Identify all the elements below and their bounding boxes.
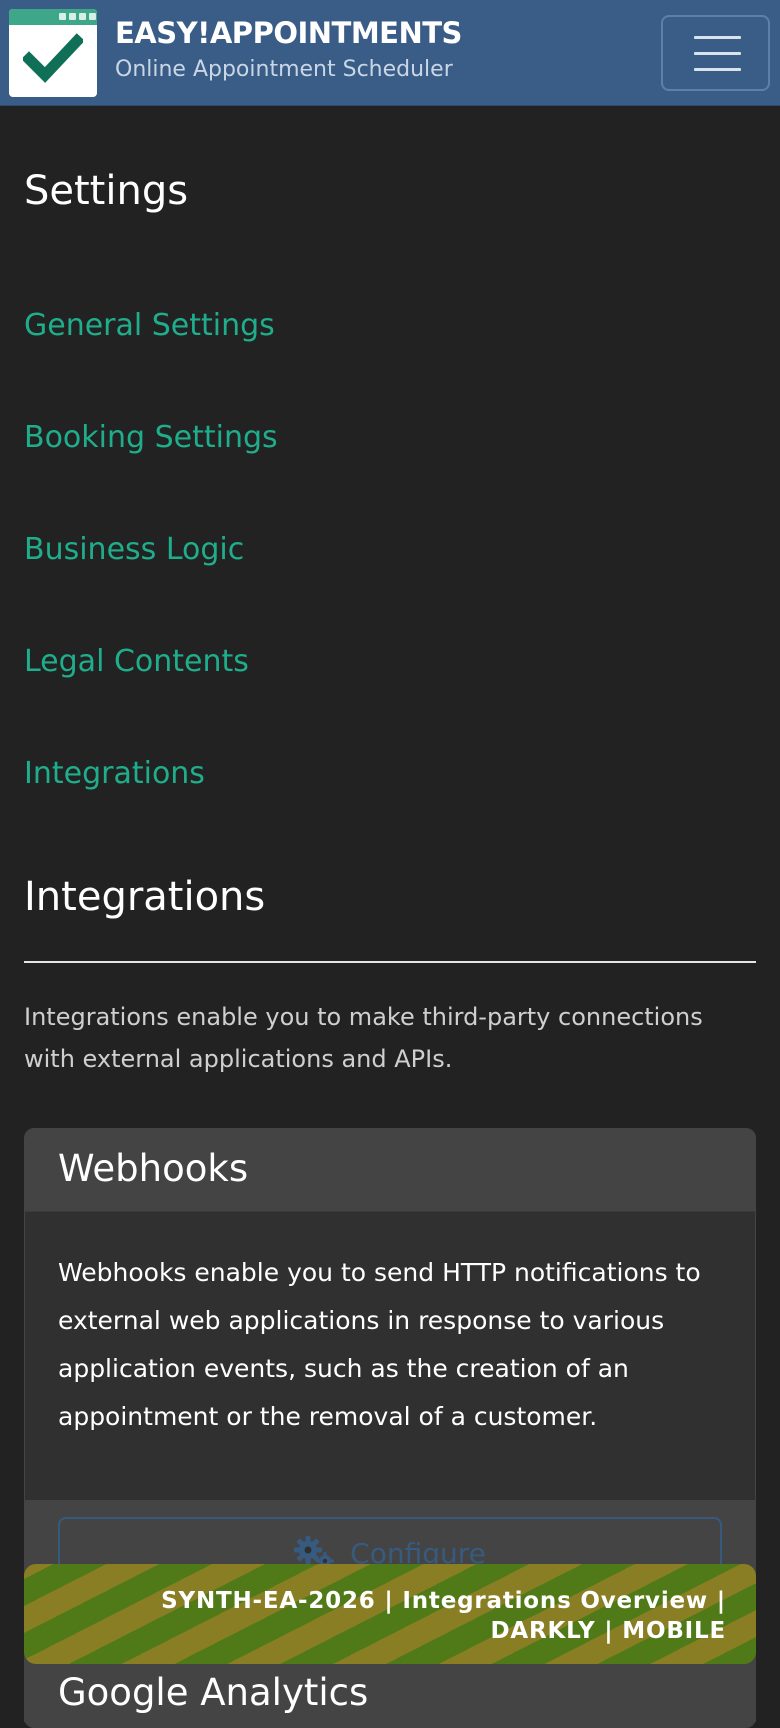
- hamburger-menu-icon: [694, 68, 741, 71]
- logo-dot: [89, 13, 96, 20]
- card-description: Webhooks enable you to send HTTP notific…: [58, 1258, 701, 1431]
- hamburger-menu-button[interactable]: [661, 15, 770, 91]
- card-title: Webhooks: [58, 1147, 249, 1190]
- top-navbar: EASY!APPOINTMENTS Online Appointment Sch…: [0, 0, 780, 106]
- calendar-check-icon[interactable]: [9, 9, 97, 97]
- brand-subtitle: Online Appointment Scheduler: [115, 57, 453, 82]
- nav-link-business-logic[interactable]: Business Logic: [24, 532, 244, 567]
- logo-dot: [69, 13, 76, 20]
- nav-link-integrations[interactable]: Integrations: [24, 756, 205, 791]
- logo-dot: [59, 13, 66, 20]
- section-heading: Integrations: [24, 874, 266, 920]
- nav-link-legal-contents[interactable]: Legal Contents: [24, 644, 249, 679]
- logo-dot: [79, 13, 86, 20]
- nav-link-booking-settings[interactable]: Booking Settings: [24, 420, 278, 455]
- google-analytics-card: Google Analytics: [24, 1662, 756, 1722]
- section-description: Integrations enable you to make third-pa…: [24, 1003, 703, 1073]
- hamburger-menu-icon: [694, 36, 741, 39]
- watermark-banner: SYNTH-EA-2026 | Integrations Overview | …: [24, 1564, 756, 1664]
- brand-title[interactable]: EASY!APPOINTMENTS: [115, 16, 462, 50]
- page-title: Settings: [24, 168, 189, 214]
- hamburger-menu-icon: [694, 52, 741, 55]
- card-title: Google Analytics: [58, 1671, 369, 1714]
- nav-link-general-settings[interactable]: General Settings: [24, 308, 275, 343]
- section-divider: [24, 961, 756, 963]
- card-header: Webhooks: [25, 1129, 755, 1212]
- checkmark-icon: [23, 33, 83, 83]
